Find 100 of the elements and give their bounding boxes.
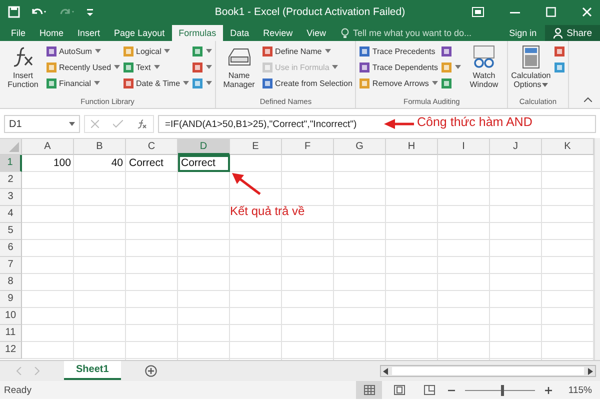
customize-icon[interactable] — [86, 6, 94, 18]
caret-icon — [114, 65, 120, 69]
ribbon-tab[interactable]: Formulas — [172, 25, 224, 41]
tile-icon — [46, 46, 57, 56]
ribbon-button[interactable]: Insert Function — [2, 43, 44, 97]
slider-thumb[interactable] — [500, 384, 504, 396]
row-header[interactable]: 11 — [0, 325, 22, 342]
sheet-tab[interactable]: Sheet1 — [64, 361, 121, 380]
page-break-icon — [424, 385, 435, 395]
column-header[interactable]: J — [490, 139, 542, 155]
scrollbar[interactable] — [594, 138, 600, 360]
row-header[interactable]: 12 — [0, 342, 22, 359]
column-header[interactable]: B — [74, 139, 126, 155]
table-cell-text: 40 — [110, 156, 124, 171]
zoom-level[interactable]: 115% — [568, 384, 592, 396]
save-icon[interactable] — [8, 6, 20, 18]
column-header[interactable]: G — [334, 139, 386, 155]
column-header[interactable]: A — [22, 139, 74, 155]
ribbon-button[interactable]: Date & Time — [122, 75, 190, 91]
add-icon[interactable] — [144, 365, 157, 377]
share-button[interactable]: Share — [544, 25, 600, 41]
caret-icon — [332, 65, 338, 69]
ribbon-tab[interactable]: Review — [256, 25, 300, 41]
ribbon-tab[interactable]: Page Layout — [107, 25, 172, 41]
column-header[interactable]: C — [126, 139, 178, 155]
ribbon-button[interactable]: Financial — [45, 75, 122, 91]
row-header[interactable]: 9 — [0, 291, 22, 308]
name-box[interactable]: D1 — [4, 115, 80, 133]
glasses-icon — [470, 45, 497, 69]
tile-icon — [192, 78, 204, 88]
tile-icon — [554, 62, 565, 72]
tile-icon — [123, 78, 134, 88]
close-icon[interactable] — [582, 7, 592, 17]
ribbon-button[interactable]: Create from Selection — [261, 75, 354, 91]
row-header[interactable]: 2 — [0, 172, 22, 189]
tile-icon — [554, 46, 565, 56]
row-header[interactable]: 5 — [0, 223, 22, 240]
ribbon-button[interactable]: Define Name — [261, 43, 354, 59]
annotation-text: Công thức hàm AND — [417, 115, 532, 129]
column-header[interactable]: E — [230, 139, 282, 155]
scrollbar[interactable] — [380, 365, 596, 377]
window-title: Book1 - Excel (Product Activation Failed) — [214, 6, 406, 18]
row-header[interactable]: 10 — [0, 308, 22, 325]
ribbon-tab[interactable]: Home — [32, 25, 71, 41]
caret-icon — [206, 49, 212, 53]
tile-icon — [440, 78, 452, 88]
tile-icon — [262, 62, 274, 72]
view-button[interactable] — [356, 381, 382, 399]
tile-icon — [123, 46, 134, 56]
annotation-arrow — [384, 119, 414, 129]
zoom-in-icon[interactable] — [543, 386, 554, 394]
tell-me-field[interactable]: Tell me what you want to do... — [341, 25, 491, 41]
column-header[interactable]: H — [386, 139, 438, 155]
ribbon-button[interactable]: Calculation Options — [510, 43, 552, 97]
ribbon-button[interactable]: Watch Window — [462, 43, 505, 97]
row-header[interactable]: 4 — [0, 206, 22, 223]
ribbon-button[interactable]: Trace Precedents — [358, 43, 439, 59]
sign-in-link[interactable]: Sign in — [501, 25, 545, 41]
row-header[interactable]: 8 — [0, 274, 22, 291]
collapse-icon[interactable] — [584, 97, 592, 102]
row-header[interactable]: 6 — [0, 240, 22, 257]
ribbon-button[interactable]: AutoSum — [45, 43, 122, 59]
ribbon-button[interactable]: Name Manager — [218, 43, 260, 97]
scroll-right-icon[interactable] — [588, 368, 593, 374]
ribbon-button[interactable]: Remove Arrows — [358, 75, 439, 91]
tile-icon — [440, 46, 452, 56]
row-header[interactable]: 3 — [0, 189, 22, 206]
ribbon-button[interactable]: Trace Dependents — [358, 59, 439, 75]
caret-icon — [542, 83, 548, 88]
column-header[interactable]: D — [178, 139, 230, 155]
tile-icon — [192, 62, 204, 72]
column-header[interactable]: F — [282, 139, 334, 155]
check-icon[interactable] — [113, 120, 123, 128]
ribbon-tab[interactable]: View — [300, 25, 333, 41]
ribbon-tab[interactable]: Data — [223, 25, 256, 41]
page-icon — [394, 385, 405, 395]
ribbon-button[interactable]: Text — [122, 59, 190, 75]
person-icon — [552, 28, 563, 38]
ribbon-button[interactable]: Logical — [122, 43, 190, 59]
caret-icon — [94, 49, 101, 53]
caret-icon — [164, 49, 170, 53]
tile-icon — [359, 46, 370, 56]
table-cell: Correct — [178, 155, 230, 172]
function-icon[interactable] — [137, 119, 147, 129]
caret-icon — [324, 49, 331, 53]
table-cell-text: Correct — [128, 156, 164, 171]
ribbon-button[interactable]: Recently Used — [45, 59, 122, 75]
lightbulb-icon — [341, 28, 349, 38]
ribbon-tab[interactable]: File — [4, 25, 33, 41]
caret-icon — [94, 81, 100, 85]
status-text: Ready — [4, 384, 32, 396]
column-header[interactable]: I — [438, 139, 490, 155]
scroll-left-icon[interactable] — [383, 368, 388, 374]
ribbon-display-icon[interactable] — [472, 7, 484, 17]
row-header[interactable]: 7 — [0, 257, 22, 274]
caret-icon — [206, 65, 212, 69]
ribbon-tab[interactable]: Insert — [70, 25, 108, 41]
row-header[interactable]: 1 — [0, 155, 22, 172]
maximize-icon[interactable] — [546, 7, 556, 17]
column-header[interactable]: K — [542, 139, 594, 155]
